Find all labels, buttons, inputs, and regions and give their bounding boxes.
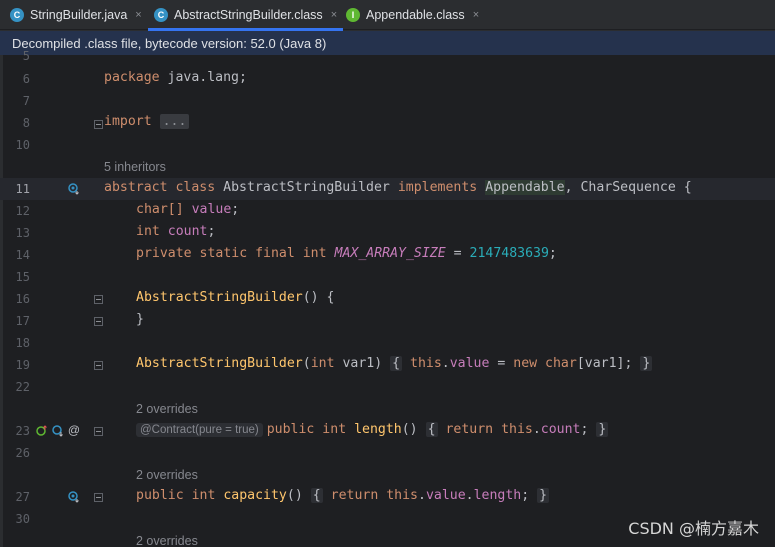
implements-icon[interactable] bbox=[68, 183, 80, 195]
tab-stringbuilder-java[interactable]: C StringBuilder.java × bbox=[10, 0, 142, 30]
collapsed-imports[interactable]: ... bbox=[159, 114, 190, 129]
line-number: 7 bbox=[22, 94, 30, 108]
code-line-ctor1-close: } bbox=[136, 312, 144, 327]
fold-marker[interactable] bbox=[94, 295, 103, 304]
line-number: 17 bbox=[15, 314, 30, 328]
tab-label: Appendable.class bbox=[366, 8, 465, 22]
fold-marker[interactable] bbox=[94, 493, 103, 502]
line-number: 26 bbox=[15, 446, 30, 460]
code-line-ctor2: AbstractStringBuilder(int var1) { this.v… bbox=[136, 356, 653, 371]
close-icon[interactable]: × bbox=[331, 9, 337, 21]
interface-icon: I bbox=[346, 8, 360, 22]
line-number: 16 bbox=[15, 292, 30, 306]
line-number: 5 bbox=[22, 49, 30, 63]
tab-label: StringBuilder.java bbox=[30, 8, 128, 22]
tab-appendable-class[interactable]: I Appendable.class × bbox=[346, 0, 479, 30]
line-number: 13 bbox=[15, 226, 30, 240]
close-icon[interactable]: × bbox=[473, 9, 479, 21]
fold-marker[interactable] bbox=[94, 427, 103, 436]
overrides-hint[interactable]: 2 overrides bbox=[136, 402, 198, 416]
code-line-length: @Contract(pure = true) public int length(… bbox=[136, 422, 609, 437]
fold-marker[interactable] bbox=[94, 361, 103, 370]
tab-label: AbstractStringBuilder.class bbox=[174, 8, 323, 22]
line-number: 14 bbox=[15, 248, 30, 262]
line-number: 27 bbox=[15, 490, 30, 504]
code-line-class-decl: abstract class AbstractStringBuilder imp… bbox=[104, 180, 692, 195]
abstract-class-icon: C bbox=[154, 8, 168, 22]
line-number: 30 bbox=[15, 512, 30, 526]
line-number: 8 bbox=[22, 116, 30, 130]
code-line-field-max: private static final int MAX_ARRAY_SIZE … bbox=[136, 246, 557, 261]
line-number: 15 bbox=[15, 270, 30, 284]
line-number: 6 bbox=[22, 72, 30, 86]
banner-text: Decompiled .class file, bytecode version… bbox=[12, 35, 327, 51]
overrides-hint[interactable]: 2 overrides bbox=[136, 534, 198, 547]
code-line-import: import ... bbox=[104, 114, 190, 129]
code-line-package: package java.lang; bbox=[104, 70, 247, 85]
contract-annotation-hint: @Contract(pure = true) bbox=[136, 423, 263, 437]
overrides-hint[interactable]: 2 overrides bbox=[136, 468, 198, 482]
overridden-down-icon[interactable] bbox=[52, 425, 64, 437]
code-line-field-value: char[] value; bbox=[136, 202, 240, 217]
code-line-ctor1: AbstractStringBuilder() { bbox=[136, 290, 335, 305]
line-number: 10 bbox=[15, 138, 30, 152]
line-number: 23 bbox=[15, 424, 30, 438]
code-line-capacity: public int capacity() { return this.valu… bbox=[136, 488, 550, 503]
close-icon[interactable]: × bbox=[135, 9, 141, 21]
inheritors-hint[interactable]: 5 inheritors bbox=[104, 160, 166, 174]
editor-tab-bar: C StringBuilder.java × C AbstractStringB… bbox=[0, 0, 775, 31]
line-number: 22 bbox=[15, 380, 30, 394]
line-number: 11 bbox=[15, 182, 30, 196]
annotation-icon[interactable]: @ bbox=[68, 423, 80, 437]
overrides-up-icon[interactable] bbox=[36, 425, 48, 437]
overridden-icon[interactable] bbox=[68, 491, 80, 503]
fold-marker[interactable] bbox=[94, 120, 103, 129]
code-line-field-count: int count; bbox=[136, 224, 216, 239]
line-number: 19 bbox=[15, 358, 30, 372]
left-edge-strip bbox=[0, 55, 3, 547]
line-number: 18 bbox=[15, 336, 30, 350]
fold-marker[interactable] bbox=[94, 317, 103, 326]
tab-abstractstringbuilder-class[interactable]: C AbstractStringBuilder.class × bbox=[148, 0, 344, 31]
java-class-icon: C bbox=[10, 8, 24, 22]
decompiled-info-banner: Decompiled .class file, bytecode version… bbox=[0, 31, 775, 55]
line-number: 12 bbox=[15, 204, 30, 218]
watermark: CSDN @楠方嘉木 bbox=[628, 519, 759, 538]
